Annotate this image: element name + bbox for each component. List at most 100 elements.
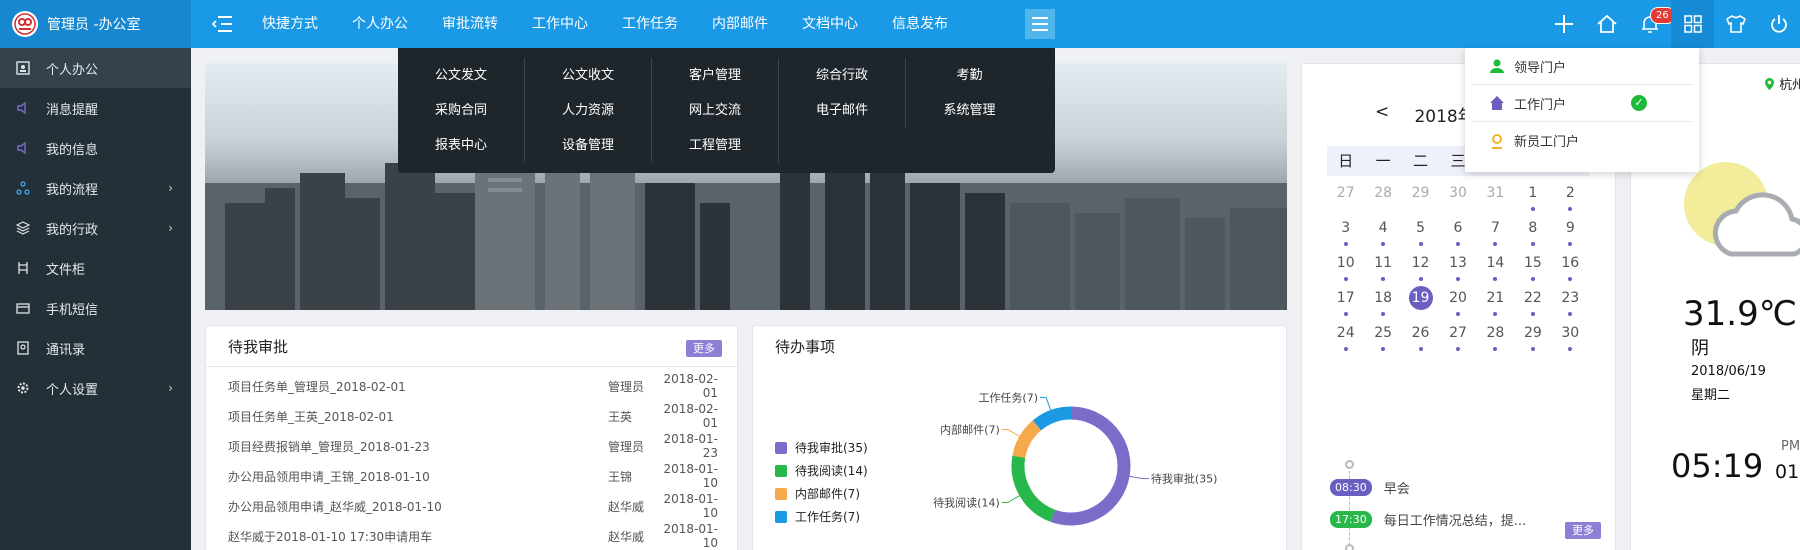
calendar-day[interactable]: 13	[1439, 249, 1476, 284]
calendar-day[interactable]: 14	[1477, 249, 1514, 284]
sidebar-item-my-flow[interactable]: 我的流程 ›	[0, 168, 191, 208]
donut-slice[interactable]	[1011, 455, 1056, 522]
donut-slice[interactable]	[1032, 406, 1072, 431]
sidebar-item-label: 消息提醒	[46, 102, 99, 118]
portal-item-work[interactable]: 工作门户 ✓	[1471, 85, 1693, 122]
shirt-icon[interactable]	[1714, 0, 1757, 48]
calendar-day[interactable]: 27	[1439, 319, 1476, 354]
mega-item-purchase[interactable]: 采购合同	[398, 93, 525, 128]
power-icon[interactable]	[1757, 0, 1800, 48]
calendar-day[interactable]: 10	[1327, 249, 1364, 284]
calendar-day[interactable]: 31	[1477, 179, 1514, 214]
calendar-day[interactable]: 7	[1477, 214, 1514, 249]
calendar-day[interactable]: 20	[1439, 284, 1476, 319]
calendar-day[interactable]: 12	[1402, 249, 1439, 284]
mega-item-hr[interactable]: 人力资源	[525, 93, 652, 128]
calendar-day[interactable]: 24	[1327, 319, 1364, 354]
calendar-day[interactable]: 4	[1364, 214, 1401, 249]
calendar-day[interactable]: 28	[1364, 179, 1401, 214]
calendar-day[interactable]: 19	[1402, 284, 1439, 319]
mega-item-official-receive[interactable]: 公文收文	[525, 58, 652, 93]
calendar-day[interactable]: 3	[1327, 214, 1364, 249]
nav-item-work-center[interactable]: 工作中心	[522, 0, 598, 48]
calendar-day[interactable]: 16	[1552, 249, 1589, 284]
mega-item-attendance[interactable]: 考勤	[906, 58, 1033, 93]
event-dot	[1568, 277, 1573, 281]
nav-item-info-publish[interactable]: 信息发布	[882, 0, 958, 48]
plus-icon[interactable]	[1542, 0, 1585, 48]
nav-item-shortcuts[interactable]: 快捷方式	[252, 0, 328, 48]
portal-item-label: 工作门户	[1514, 97, 1567, 113]
calendar-day[interactable]: 5	[1402, 214, 1439, 249]
calendar-day[interactable]: 23	[1552, 284, 1589, 319]
mega-item-general-admin[interactable]: 综合行政	[779, 58, 906, 93]
calendar-day[interactable]: 1	[1514, 179, 1551, 214]
nav-item-internal-mail[interactable]: 内部邮件	[702, 0, 778, 48]
nav-item-work-tasks[interactable]: 工作任务	[612, 0, 688, 48]
sidebar-item-my-admin[interactable]: 我的行政 ›	[0, 208, 191, 248]
sidebar-item-my-info[interactable]: 我的信息	[0, 128, 191, 168]
calendar-day[interactable]: 25	[1364, 319, 1401, 354]
calendar-day-number: 28	[1374, 185, 1393, 201]
mega-item-online-exchange[interactable]: 网上交流	[652, 93, 779, 128]
table-row[interactable]: 赵华威于2018-01-10 17:30申请用车 赵华威 2018-01-10	[228, 521, 718, 550]
calendar-day[interactable]: 18	[1364, 284, 1401, 319]
sidebar-item-file-cabinet[interactable]: 文件柜	[0, 248, 191, 288]
sidebar-item-settings[interactable]: 个人设置 ›	[0, 368, 191, 408]
nav-item-personal-office[interactable]: 个人办公	[342, 0, 418, 48]
apps-icon[interactable]	[1671, 0, 1714, 48]
portal-item-new-staff[interactable]: 新员工门户	[1471, 122, 1693, 159]
menu-toggle-icon[interactable]	[211, 14, 234, 34]
calendar-event[interactable]: 17:30 每日工作情况总结，提...	[1330, 510, 1526, 529]
calendar-day[interactable]: 30	[1552, 319, 1589, 354]
brand: 管理员 -办公室	[0, 0, 191, 48]
event-dot	[1493, 242, 1498, 246]
calendar-day[interactable]: 29	[1514, 319, 1551, 354]
calendar-day[interactable]: 30	[1439, 179, 1476, 214]
nav-item-document-center[interactable]: 文档中心	[792, 0, 868, 48]
calendar-day[interactable]: 22	[1514, 284, 1551, 319]
nav-item-approval-flow[interactable]: 审批流转	[432, 0, 508, 48]
mega-item-email[interactable]: 电子邮件	[779, 93, 906, 128]
table-row[interactable]: 项目任务单_管理员_2018-02-01 管理员 2018-02-01	[228, 371, 718, 401]
mega-item-system[interactable]: 系统管理	[906, 93, 1033, 128]
table-row[interactable]: 项目经费报销单_管理员_2018-01-23 管理员 2018-01-23	[228, 431, 718, 461]
mega-item-reports[interactable]: 报表中心	[398, 128, 525, 163]
bell-icon[interactable]: 26	[1628, 0, 1675, 48]
approvals-more-button[interactable]: 更多	[686, 340, 722, 357]
calendar-day[interactable]: 15	[1514, 249, 1551, 284]
donut-slice[interactable]	[1050, 406, 1131, 526]
calendar-day[interactable]: 26	[1402, 319, 1439, 354]
table-row[interactable]: 办公用品领用申请_赵华威_2018-01-10 赵华威 2018-01-10	[228, 491, 718, 521]
mega-item-official-send[interactable]: 公文发文	[398, 58, 525, 93]
temperature: 31.9℃	[1683, 294, 1797, 334]
calendar-day[interactable]: 28	[1477, 319, 1514, 354]
calendar-day[interactable]: 17	[1327, 284, 1364, 319]
table-row[interactable]: 项目任务单_王英_2018-02-01 王英 2018-02-01	[228, 401, 718, 431]
calendar-day[interactable]: 2	[1552, 179, 1589, 214]
calendar-day[interactable]: 21	[1477, 284, 1514, 319]
donut-slice[interactable]	[1012, 420, 1042, 459]
mega-item-equipment[interactable]: 设备管理	[525, 128, 652, 163]
calendar-day[interactable]: 27	[1327, 179, 1364, 214]
nav-more-menu-icon[interactable]	[1025, 9, 1055, 39]
sidebar-item-messages[interactable]: 消息提醒	[0, 88, 191, 128]
contacts-icon	[16, 341, 30, 355]
donut-leader-line	[1001, 495, 1020, 503]
mega-item-project[interactable]: 工程管理	[652, 128, 779, 163]
sidebar-item-personal-office[interactable]: 个人办公	[0, 48, 191, 88]
sidebar-item-sms[interactable]: 手机短信	[0, 288, 191, 328]
sidebar-item-contacts[interactable]: 通讯录	[0, 328, 191, 368]
portal-item-leader[interactable]: 领导门户	[1471, 48, 1693, 85]
mega-item-customer[interactable]: 客户管理	[652, 58, 779, 93]
calendar-event[interactable]: 08:30 早会	[1330, 478, 1410, 497]
calendar-day[interactable]: 8	[1514, 214, 1551, 249]
event-dot	[1418, 242, 1423, 246]
calendar-day[interactable]: 29	[1402, 179, 1439, 214]
calendar-more-button[interactable]: 更多	[1565, 522, 1601, 539]
calendar-day[interactable]: 11	[1364, 249, 1401, 284]
table-row[interactable]: 办公用品领用申请_王锦_2018-01-10 王锦 2018-01-10	[228, 461, 718, 491]
calendar-day[interactable]: 6	[1439, 214, 1476, 249]
calendar-day[interactable]: 9	[1552, 214, 1589, 249]
home-icon[interactable]	[1585, 0, 1628, 48]
